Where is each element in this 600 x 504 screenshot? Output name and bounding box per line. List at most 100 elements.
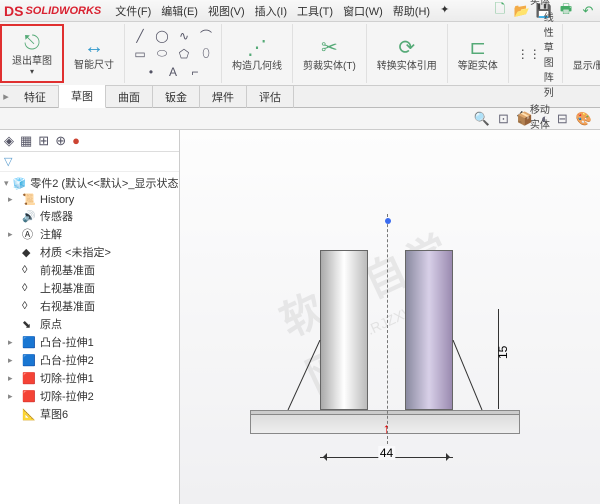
menu-window[interactable]: 窗口(W): [339, 1, 387, 21]
point-icon[interactable]: •: [142, 64, 160, 80]
smart-dim-group: ↔ 智能尺寸: [64, 24, 125, 83]
expand-icon[interactable]: ▾: [4, 178, 9, 189]
tree-top-plane[interactable]: ◊上视基准面: [0, 279, 179, 297]
zoom-area-icon[interactable]: ⊡: [498, 111, 509, 127]
line-icon[interactable]: ╱: [131, 28, 149, 44]
dimension-width[interactable]: 44: [320, 450, 453, 464]
tab-features[interactable]: 特征: [12, 86, 59, 108]
tab-sketch[interactable]: 草图: [59, 85, 106, 108]
construct-geo-button[interactable]: ⋰ 构造几何线: [228, 33, 286, 74]
print-icon[interactable]: 🖶: [558, 3, 574, 19]
tree-cut2[interactable]: ▸🟥切除-拉伸2: [0, 387, 179, 405]
tree-root[interactable]: ▾ 🧊 零件2 (默认<<默认>_显示状态 1>): [0, 174, 179, 192]
view-toolbar: 🔍 ⊡ 📦 ◐ ⊟ 🎨: [0, 108, 600, 130]
new-icon[interactable]: 🗋: [492, 3, 508, 19]
linear-pattern-icon: ⋮⋮: [517, 47, 541, 61]
feature-tree: ▾ 🧊 零件2 (默认<<默认>_显示状态 1>) ▸📜History 🔊传感器…: [0, 172, 179, 504]
arc-icon[interactable]: ⌒: [197, 28, 215, 44]
appearance-tab-icon[interactable]: ●: [72, 133, 80, 148]
tree-cut1[interactable]: ▸🟥切除-拉伸1: [0, 369, 179, 387]
exit-sketch-group: ⎋ 退出草图 ▾: [0, 24, 64, 83]
sketch-point[interactable]: [385, 218, 391, 224]
smart-dim-button[interactable]: ↔ 智能尺寸: [70, 34, 118, 73]
dimension-height[interactable]: 15: [491, 309, 505, 409]
menu-tools[interactable]: 工具(T): [293, 1, 337, 21]
feature-tree-panel: ◈ ▦ ⊞ ⊕ ● ▽ ▾ 🧊 零件2 (默认<<默认>_显示状态 1>) ▸📜…: [0, 130, 180, 504]
ribbon: ⎋ 退出草图 ▾ ↔ 智能尺寸 ╱ ◯ ∿ ⌒ ▭ ⬭ ⬠ ⬯ • A ⌐: [0, 22, 600, 86]
construct-geo-icon: ⋰: [247, 35, 267, 60]
menu-file[interactable]: 文件(F): [111, 1, 155, 21]
feature-tree-tab-icon[interactable]: ◈: [4, 133, 14, 149]
tree-right-plane[interactable]: ◊右视基准面: [0, 297, 179, 315]
cone-edges: [270, 340, 500, 410]
filter-icon[interactable]: ▽: [4, 155, 12, 168]
tab-evaluate[interactable]: 评估: [247, 86, 294, 108]
linear-pattern-button[interactable]: ⋮⋮线性草图阵列: [515, 8, 556, 100]
trim-icon: ✂: [321, 35, 338, 60]
menu-edit[interactable]: 编辑(E): [157, 1, 202, 21]
ellipse-icon[interactable]: ⬯: [197, 46, 215, 62]
offset-group: ⊏ 等距实体: [448, 24, 509, 83]
section-icon[interactable]: ⊟: [557, 111, 568, 127]
display-style-icon[interactable]: ◐: [541, 111, 549, 126]
convert-button[interactable]: ⟳ 转换实体引用: [373, 33, 441, 74]
tree-extrude1[interactable]: ▸🟦凸台-拉伸1: [0, 333, 179, 351]
tab-sheetmetal[interactable]: 钣金: [153, 86, 200, 108]
tab-surface[interactable]: 曲面: [106, 86, 153, 108]
app-name: SOLIDWORKS: [25, 5, 101, 17]
filter-row: ▽: [0, 152, 179, 172]
offset-icon: ⊏: [469, 35, 486, 60]
title-bar: DS SOLIDWORKS 文件(F) 编辑(E) 视图(V) 插入(I) 工具…: [0, 0, 600, 22]
property-tab-icon[interactable]: ▦: [20, 133, 32, 149]
rect-icon[interactable]: ▭: [131, 46, 149, 62]
origin-marker: ↑: [383, 420, 390, 436]
menu-insert[interactable]: 插入(I): [251, 1, 291, 21]
exit-sketch-icon: ⎋: [24, 32, 40, 55]
tab-weldment[interactable]: 焊件: [200, 86, 247, 108]
tree-sketch6[interactable]: 📐草图6: [0, 405, 179, 423]
config-tab-icon[interactable]: ⊞: [38, 133, 49, 149]
tree-history[interactable]: ▸📜History: [0, 192, 179, 207]
menu-search-icon[interactable]: ✦: [436, 1, 453, 21]
tab-prev-icon[interactable]: ▸: [0, 90, 12, 103]
construct-geo-group: ⋰ 构造几何线: [222, 24, 293, 83]
slot-icon[interactable]: ⬭: [153, 46, 171, 62]
dropdown-icon: ▾: [30, 67, 34, 76]
dimension-icon: ↔: [84, 36, 104, 59]
display-tab-icon[interactable]: ⊕: [55, 133, 66, 149]
exit-sketch-button[interactable]: ⎋ 退出草图 ▾: [8, 30, 56, 78]
tree-material[interactable]: ◆材质 <未指定>: [0, 243, 179, 261]
view-orient-icon[interactable]: 📦: [517, 111, 533, 127]
menu-help[interactable]: 帮助(H): [389, 1, 434, 21]
spline-icon[interactable]: ∿: [175, 28, 193, 44]
trim-button[interactable]: ✂ 剪裁实体(T): [299, 33, 360, 74]
tree-front-plane[interactable]: ◊前视基准面: [0, 261, 179, 279]
zoom-fit-icon[interactable]: 🔍: [474, 111, 490, 127]
sketch-tools-group: ╱ ◯ ∿ ⌒ ▭ ⬭ ⬠ ⬯ • A ⌐: [125, 24, 222, 83]
show-relations-button[interactable]: ⊥ 显示/删除几何关系: [569, 33, 600, 74]
polygon-icon[interactable]: ⬠: [175, 46, 193, 62]
circle-icon[interactable]: ◯: [153, 28, 171, 44]
tree-origin[interactable]: ⬊原点: [0, 315, 179, 333]
model-base-top: [250, 410, 520, 414]
menu-bar: 文件(F) 编辑(E) 视图(V) 插入(I) 工具(T) 窗口(W) 帮助(H…: [111, 1, 453, 21]
convert-group: ⟳ 转换实体引用: [367, 24, 448, 83]
pattern-group: ⧎镜向实体 ⋮⋮线性草图阵列 ✥移动实体: [509, 24, 563, 83]
main-area: ◈ ▦ ⊞ ⊕ ● ▽ ▾ 🧊 零件2 (默认<<默认>_显示状态 1>) ▸📜…: [0, 130, 600, 504]
relations-group: ⊥ 显示/删除几何关系: [563, 24, 600, 83]
graphics-viewport[interactable]: 软件自学网 WWW.RJZXW.COM 44 15 ↑: [180, 130, 600, 504]
logo-icon: DS: [4, 3, 23, 19]
offset-button[interactable]: ⊏ 等距实体: [454, 33, 502, 74]
mirror-button[interactable]: ⧎镜向实体: [515, 0, 556, 8]
tree-annotations[interactable]: ▸Ⓐ注解: [0, 225, 179, 243]
fillet-icon[interactable]: ⌐: [186, 64, 204, 80]
tree-extrude2[interactable]: ▸🟦凸台-拉伸2: [0, 351, 179, 369]
trim-group: ✂ 剪裁实体(T): [293, 24, 367, 83]
undo-icon[interactable]: ↶: [580, 3, 596, 19]
command-tabs: ▸ 特征 草图 曲面 钣金 焊件 评估: [0, 86, 600, 108]
menu-view[interactable]: 视图(V): [204, 1, 249, 21]
convert-icon: ⟳: [398, 35, 415, 60]
text-icon[interactable]: A: [164, 64, 182, 80]
tree-sensors[interactable]: 🔊传感器: [0, 207, 179, 225]
scene-icon[interactable]: 🎨: [576, 111, 592, 127]
